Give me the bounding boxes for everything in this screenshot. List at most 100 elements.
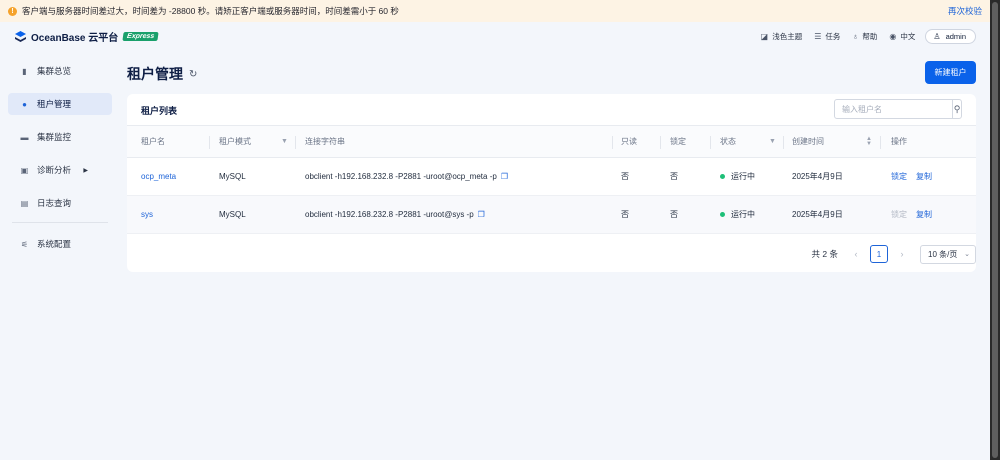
time-warning-banner: ! 客户端与服务器时间差过大，时间差为 -28800 秒。请矫正客户端或服务器时… [0, 0, 990, 22]
copy-icon[interactable]: ❐ [478, 210, 485, 219]
monitor-icon: ▬ [20, 132, 29, 142]
user-name: admin [945, 31, 966, 41]
top-header: OceanBase 云平台 Express ◪ 浅色主题 ☰ 任务 ♁ 帮助 ◉… [0, 22, 990, 50]
tasks-label: 任务 [825, 31, 841, 41]
table-row: sys MySQL obclient -h192.168.232.8 -P288… [127, 196, 976, 234]
sidebar-item-cluster-overview[interactable]: ▮ 集群总览 [8, 60, 112, 82]
bar-chart-icon: ▮ [22, 66, 27, 76]
sidebar-item-log-query[interactable]: ▤ 日志查询 [8, 192, 112, 214]
theme-icon: ◪ [760, 31, 769, 41]
bulb-icon: ♁ [852, 31, 859, 41]
caret-right-icon: ▶ [83, 167, 88, 174]
help-label: 帮助 [862, 31, 878, 41]
oceanbase-logo-icon [15, 30, 26, 42]
warning-icon: ! [8, 6, 17, 16]
language-switch[interactable]: ◉ 中文 [889, 31, 915, 42]
list-icon: ☰ [814, 31, 822, 41]
column-divider [710, 136, 711, 149]
sidebar-item-system-config[interactable]: ⚟ 系统配置 [8, 233, 112, 255]
copy-icon[interactable]: ❐ [501, 172, 508, 181]
column-divider [783, 136, 784, 149]
settings-icon: ⚟ [20, 239, 29, 249]
theme-label: 浅色主题 [772, 31, 803, 41]
sidebar-divider [12, 222, 108, 223]
pagination: 共 2 条 ‹ 1 › 10 条/页 ⌄ [812, 244, 976, 264]
col-header-connection: 连接字符串 [305, 137, 345, 146]
pagination-total: 共 2 条 [811, 249, 838, 259]
refresh-icon[interactable]: ↻ [189, 69, 197, 80]
recheck-link[interactable]: 再次校验 [948, 5, 982, 17]
locked-value: 否 [670, 172, 678, 181]
theme-toggle[interactable]: ◪ 浅色主题 [761, 31, 803, 42]
page-number-button[interactable]: 1 [870, 245, 888, 263]
table-row: ocp_meta MySQL obclient -h192.168.232.8 … [127, 158, 976, 196]
warning-text: 客户端与服务器时间差过大，时间差为 -28800 秒。请矫正客户端或服务器时间，… [22, 6, 399, 16]
user-icon: ♙ [933, 31, 941, 41]
copy-tenant-button[interactable]: 复制 [916, 209, 932, 220]
col-header-mode: 租户模式 [219, 137, 251, 146]
logo[interactable]: OceanBase 云平台 Express [14, 29, 160, 44]
app-window: ! 客户端与服务器时间差过大，时间差为 -28800 秒。请矫正客户端或服务器时… [0, 0, 990, 460]
tenant-mode: MySQL [219, 172, 246, 181]
header-actions: ◪ 浅色主题 ☰ 任务 ♁ 帮助 ◉ 中文 ♙ admin [749, 28, 976, 44]
col-header-locked: 锁定 [670, 137, 686, 146]
copy-tenant-button[interactable]: 复制 [916, 171, 932, 182]
sidebar-item-cluster-monitor[interactable]: ▬ 集群监控 [8, 126, 112, 148]
column-divider [209, 136, 210, 149]
table-header: 租户名 租户模式 ▼ 连接字符串 只读 锁定 状态 ▼ 创建时间 ▲ ▼ 操作 [127, 125, 976, 158]
sidebar-item-tenant-management[interactable]: ● 租户管理 [8, 93, 112, 115]
lock-tenant-button[interactable]: 锁定 [891, 209, 907, 220]
col-header-readonly: 只读 [621, 137, 637, 146]
globe-icon: ◉ [889, 31, 897, 41]
created-time: 2025年4月9日 [792, 210, 843, 219]
filter-icon[interactable]: ▼ [769, 138, 776, 145]
sidebar-item-label: 诊断分析 [37, 165, 72, 175]
page-header: 租户管理 ↻ [127, 64, 197, 84]
sidebar-item-label: 集群监控 [37, 132, 72, 142]
log-icon: ▤ [20, 198, 29, 208]
logo-text: OceanBase 云平台 [31, 32, 119, 44]
column-divider [880, 136, 881, 149]
tenant-name-link[interactable]: ocp_meta [141, 172, 176, 181]
tasks-button[interactable]: ☰ 任务 [814, 31, 840, 42]
column-divider [660, 136, 661, 149]
search-icon[interactable]: ⚲ [952, 100, 961, 118]
filter-icon[interactable]: ▼ [281, 138, 288, 145]
connection-string: obclient -h192.168.232.8 -P2881 -uroot@s… [305, 210, 474, 219]
page-size-select[interactable]: 10 条/页 ⌄ [920, 244, 976, 264]
created-time: 2025年4月9日 [792, 172, 843, 181]
sidebar: ▮ 集群总览 ● 租户管理 ▬ 集群监控 ▣ 诊断分析 ▶ ▤ 日志查询 ⚟ 系… [8, 60, 112, 266]
status-badge: 运行中 [731, 172, 755, 181]
sidebar-item-label: 日志查询 [37, 198, 72, 208]
next-page-icon[interactable]: › [894, 249, 910, 259]
col-header-created: 创建时间 [792, 137, 824, 146]
user-menu-button[interactable]: ♙ admin [925, 28, 976, 44]
sidebar-item-diagnosis[interactable]: ▣ 诊断分析 ▶ [8, 159, 112, 181]
tenant-mode: MySQL [219, 210, 246, 219]
tenant-name-link[interactable]: sys [141, 210, 153, 219]
new-tenant-button[interactable]: 新建租户 [925, 61, 976, 84]
col-header-name: 租户名 [141, 137, 165, 146]
lock-tenant-button[interactable]: 锁定 [891, 171, 907, 182]
chevron-down-icon: ⌄ [964, 251, 970, 258]
scrollbar-thumb[interactable] [992, 2, 998, 458]
page-size-value: 10 条/页 [928, 249, 958, 259]
status-badge: 运行中 [731, 210, 755, 219]
connection-string: obclient -h192.168.232.8 -P2881 -uroot@o… [305, 172, 497, 181]
status-dot [720, 174, 725, 179]
help-button[interactable]: ♁ 帮助 [852, 31, 877, 42]
tenant-search-input[interactable] [835, 100, 952, 118]
prev-page-icon[interactable]: ‹ [848, 249, 864, 259]
column-divider [295, 136, 296, 149]
readonly-value: 否 [621, 172, 629, 181]
sidebar-item-label: 租户管理 [37, 99, 72, 109]
window-scrollbar[interactable] [990, 0, 1000, 460]
tenant-table: 租户名 租户模式 ▼ 连接字符串 只读 锁定 状态 ▼ 创建时间 ▲▼ 操作 [127, 125, 976, 234]
locked-value: 否 [670, 210, 678, 219]
readonly-value: 否 [621, 210, 629, 219]
diagnose-icon: ▣ [20, 165, 29, 175]
sort-icon[interactable]: ▲ ▼ [866, 136, 872, 147]
express-badge: Express [122, 31, 160, 41]
column-divider [612, 136, 613, 149]
sidebar-item-label: 系统配置 [37, 239, 72, 249]
